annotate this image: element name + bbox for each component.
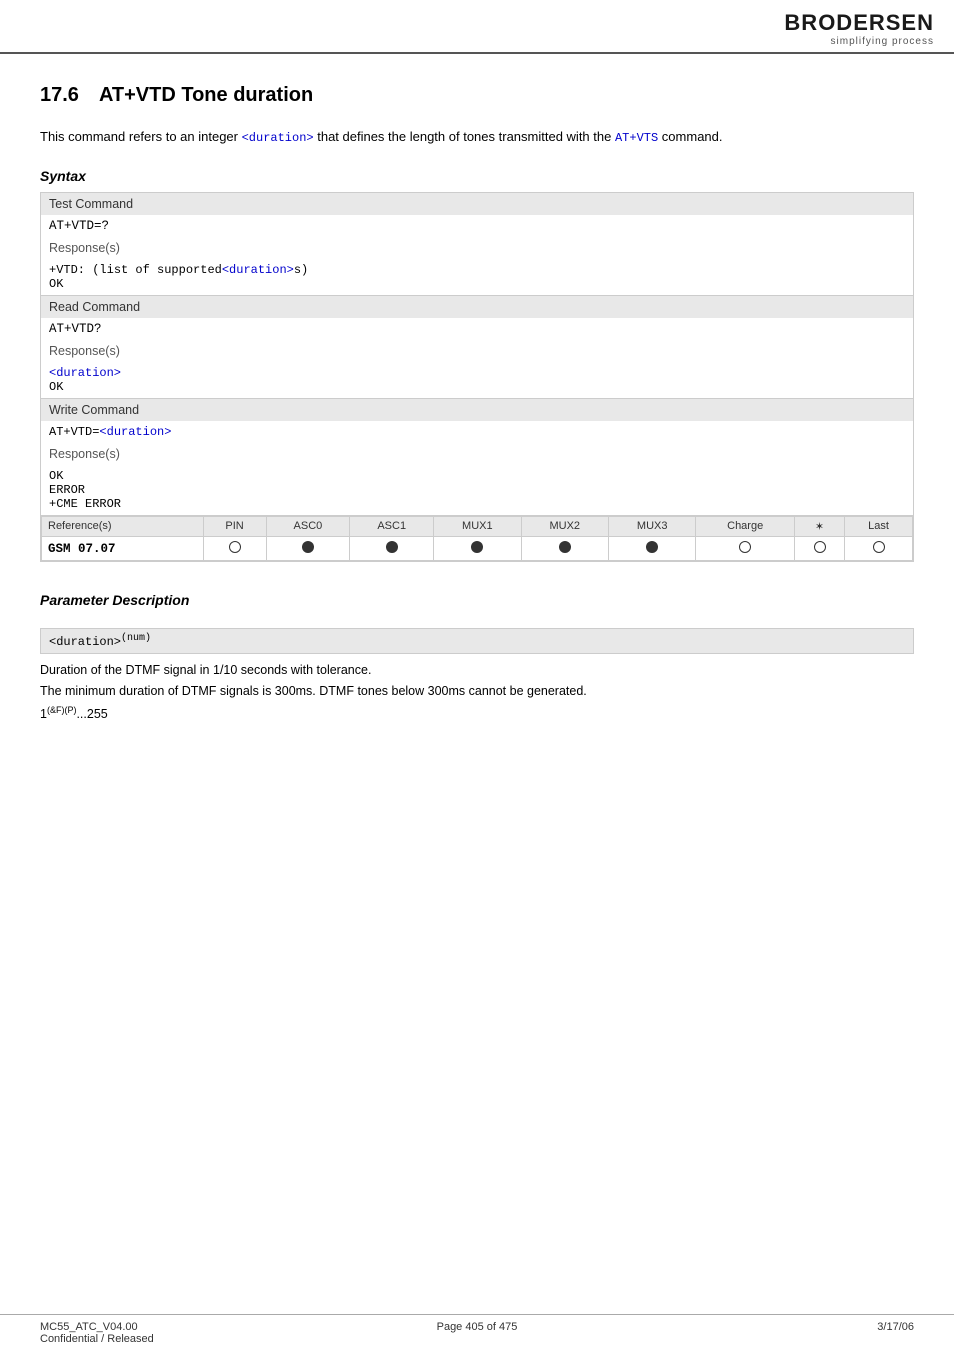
footer-page: Page 405 of 475 [437,1321,518,1333]
test-command-code: AT+VTD=? [41,215,914,237]
write-command-code: AT+VTD=<duration> [41,421,914,443]
logo-text: BRODERSEN [784,10,934,36]
command-table: Test Command AT+VTD=? Response(s) +VTD: … [40,192,914,562]
footer-date: 3/17/06 [877,1321,914,1333]
circle-open-charge [739,541,751,553]
ref-charge-header: Charge [696,517,795,537]
ref-asc0-header: ASC0 [266,517,350,537]
ref-mux2-header: MUX2 [521,517,608,537]
syntax-heading: Syntax [40,168,914,184]
param-desc-line1: Duration of the DTMF signal in 1/10 seco… [40,663,371,677]
write-command-response-label: Response(s) [41,443,914,465]
read-command-header-row: Read Command [41,296,914,319]
write-command-header-row: Write Command [41,399,914,422]
test-command-code-row: AT+VTD=? [41,215,914,237]
ref-last-val [845,537,913,561]
read-command-response: <duration> OK [41,362,914,399]
read-command-response-label: Response(s) [41,340,914,362]
param-desc-line3: 1(&F)(P)...255 [40,707,108,721]
ref-charge-val [696,537,795,561]
ref-last-header: Last [845,517,913,537]
write-command-response-row: OKERROR+CME ERROR [41,465,914,516]
logo-sub: simplifying process [784,36,934,47]
ref-column-headers: Reference(s) PIN ASC0 ASC1 MUX1 MUX2 MUX… [42,517,913,537]
section-name: AT+VTD Tone duration [99,84,313,107]
param-range-sup: (&F)(P) [47,705,77,715]
ref-gsm-row: GSM 07.07 [42,537,913,561]
ref-mux1-val [434,537,521,561]
intro-text-end: command. [658,129,722,144]
test-command-response: +VTD: (list of supported<duration>s) OK [41,259,914,296]
param-desc-heading: Parameter Description [40,592,914,608]
write-command-response: OKERROR+CME ERROR [41,465,914,516]
ref-star-val [794,537,844,561]
intro-text-after: that defines the length of tones transmi… [314,129,615,144]
ref-star-header: ✶ [794,517,844,537]
write-command-response-label-row: Response(s) [41,443,914,465]
circle-open-star [814,541,826,553]
ref-header-row: Reference(s) PIN ASC0 ASC1 MUX1 MUX2 MUX… [41,516,914,562]
test-command-response-label: Response(s) [41,237,914,259]
ref-pin-header: PIN [203,517,266,537]
footer-center: Page 405 of 475 [331,1321,622,1345]
param-header-box: <duration>(num) [40,628,914,654]
test-resp-line2: OK [49,277,63,291]
intro-cmd-code: AT+VTS [615,131,658,145]
main-content: 17.6 AT+VTD Tone duration This command r… [0,54,954,785]
circle-open-pin [229,541,241,553]
param-superscript: (num) [121,633,151,644]
page-header: BRODERSEN simplifying process [0,0,954,54]
ref-mux1-header: MUX1 [434,517,521,537]
ref-mux3-val [608,537,695,561]
reference-table: Reference(s) PIN ASC0 ASC1 MUX1 MUX2 MUX… [41,516,913,561]
circle-filled-mux3 [646,541,658,553]
footer-left: MC55_ATC_V04.00 Confidential / Released [40,1321,331,1345]
footer-right: 3/17/06 [623,1321,914,1345]
test-command-header: Test Command [41,193,914,216]
ref-asc1-val [350,537,434,561]
ref-asc1-header: ASC1 [350,517,434,537]
write-command-header: Write Command [41,399,914,422]
section-number: 17.6 [40,84,79,107]
circle-filled-asc0 [302,541,314,553]
intro-text-before: This command refers to an integer [40,129,242,144]
ref-asc0-val [266,537,350,561]
test-command-response-row: +VTD: (list of supported<duration>s) OK [41,259,914,296]
intro-param-code: <duration> [242,131,314,145]
read-command-code-row: AT+VTD? [41,318,914,340]
read-command-header: Read Command [41,296,914,319]
write-command-code-row: AT+VTD=<duration> [41,421,914,443]
page-footer: MC55_ATC_V04.00 Confidential / Released … [0,1314,954,1351]
ref-pin-val [203,537,266,561]
param-desc-line2: The minimum duration of DTMF signals is … [40,684,587,698]
section-title: 17.6 AT+VTD Tone duration [40,84,914,107]
ref-gsm-label: GSM 07.07 [42,537,204,561]
param-description: Duration of the DTMF signal in 1/10 seco… [40,660,914,725]
ref-label-header: Reference(s) [42,517,204,537]
circle-filled-asc1 [386,541,398,553]
circle-filled-mux1 [471,541,483,553]
ref-mux3-header: MUX3 [608,517,695,537]
logo-main: BRODERSEN [784,10,934,35]
circle-open-last [873,541,885,553]
footer-status: Confidential / Released [40,1333,331,1345]
test-command-response-label-row: Response(s) [41,237,914,259]
ref-mux2-val [521,537,608,561]
read-command-response-row: <duration> OK [41,362,914,399]
read-command-response-label-row: Response(s) [41,340,914,362]
read-command-code: AT+VTD? [41,318,914,340]
test-resp-line1: +VTD: (list of supported<duration>s) [49,263,308,277]
test-command-header-row: Test Command [41,193,914,216]
circle-filled-mux2 [559,541,571,553]
logo: BRODERSEN simplifying process [784,10,934,47]
intro-paragraph: This command refers to an integer <durat… [40,127,914,148]
footer-doc-id: MC55_ATC_V04.00 [40,1321,331,1333]
param-name: <duration> [49,635,121,649]
